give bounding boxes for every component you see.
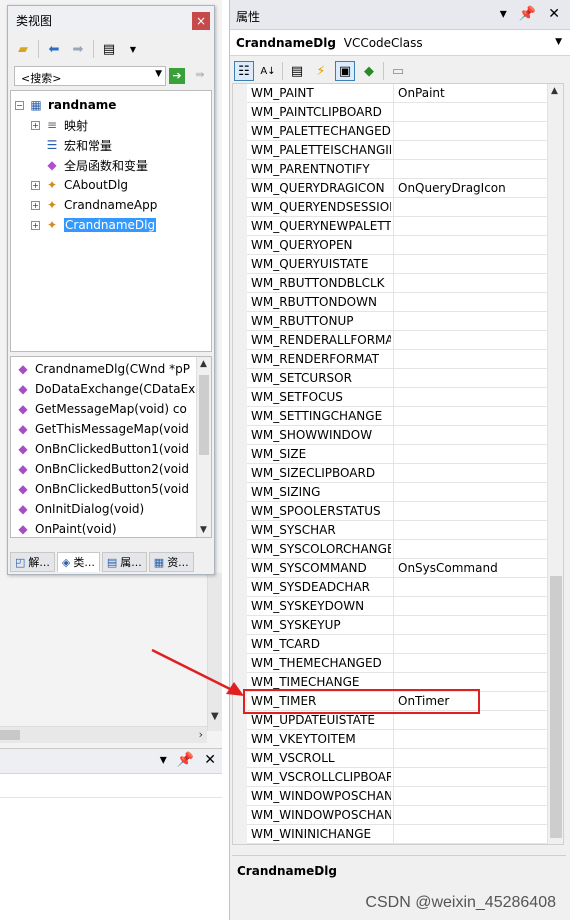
annotation-arrow-line xyxy=(151,648,233,692)
highlight-box xyxy=(243,689,480,714)
watermark: CSDN @weixin_45286408 xyxy=(365,894,556,911)
annotation-arrow xyxy=(151,648,244,696)
